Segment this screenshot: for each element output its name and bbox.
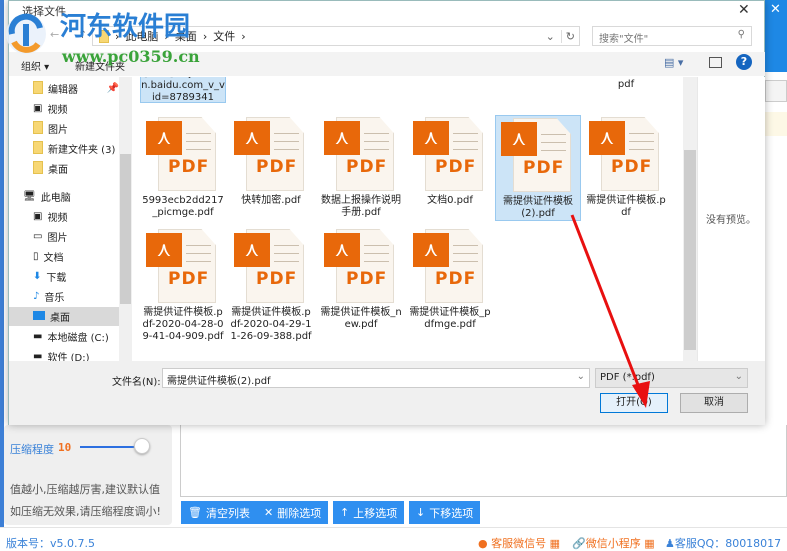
annotation-arrow	[570, 214, 650, 408]
